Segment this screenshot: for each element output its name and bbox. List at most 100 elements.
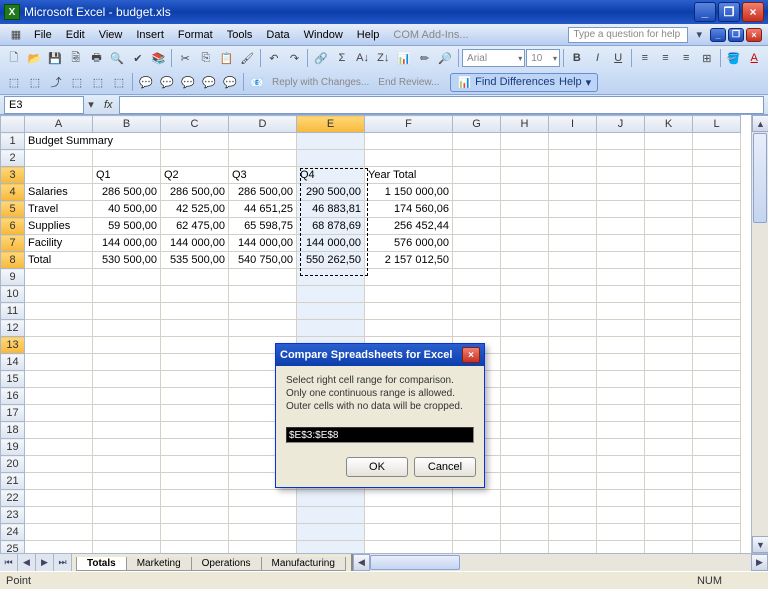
row-header[interactable]: 4 bbox=[1, 184, 25, 201]
help-search-input[interactable] bbox=[568, 27, 688, 43]
merge-icon[interactable]: ⊞ bbox=[697, 48, 717, 68]
col-header[interactable]: L bbox=[693, 116, 741, 133]
col-header[interactable]: I bbox=[549, 116, 597, 133]
tb2-icon4[interactable]: ⬚ bbox=[67, 72, 87, 92]
scroll-down-icon[interactable]: ▼ bbox=[752, 536, 768, 553]
scroll-left-icon[interactable]: ◀ bbox=[353, 554, 370, 571]
close-button[interactable]: × bbox=[742, 2, 764, 22]
cell[interactable]: Budget Summary bbox=[25, 133, 161, 150]
reply-changes-label[interactable]: Reply with Changes... bbox=[268, 77, 373, 88]
tb2-icon5[interactable]: ⬚ bbox=[88, 72, 108, 92]
doc-minimize-button[interactable]: _ bbox=[710, 28, 726, 42]
select-all-corner[interactable] bbox=[1, 116, 25, 133]
tb2-icon9[interactable]: 💬 bbox=[178, 72, 198, 92]
print-icon[interactable]: 🖶 bbox=[87, 48, 107, 68]
doc-restore-button[interactable]: ❐ bbox=[728, 28, 744, 42]
tb2-icon6[interactable]: ⬚ bbox=[109, 72, 129, 92]
align-right-icon[interactable]: ≡ bbox=[676, 48, 696, 68]
sheet-tab-totals[interactable]: Totals bbox=[76, 557, 127, 571]
vertical-scrollbar[interactable]: ▲ ▼ bbox=[751, 115, 768, 553]
preview-icon[interactable]: 🔍 bbox=[107, 48, 127, 68]
permission-icon[interactable]: 🗟 bbox=[66, 48, 86, 68]
col-header[interactable]: B bbox=[93, 116, 161, 133]
col-header[interactable]: K bbox=[645, 116, 693, 133]
zoom-icon[interactable]: 🔎 bbox=[435, 48, 455, 68]
sort-desc-icon[interactable]: Z↓ bbox=[373, 48, 393, 68]
namebox-dropdown-icon[interactable]: ▾ bbox=[84, 95, 98, 115]
scroll-right-icon[interactable]: ▶ bbox=[751, 554, 768, 571]
row-header[interactable]: 2 bbox=[1, 150, 25, 167]
bold-icon[interactable]: B bbox=[567, 48, 587, 68]
undo-icon[interactable]: ↶ bbox=[264, 48, 284, 68]
row-header[interactable]: 5 bbox=[1, 201, 25, 218]
doc-close-button[interactable]: × bbox=[746, 28, 762, 42]
row-header[interactable]: 7 bbox=[1, 235, 25, 252]
menu-edit[interactable]: Edit bbox=[60, 27, 91, 43]
scroll-thumb[interactable] bbox=[753, 133, 767, 223]
save-icon[interactable]: 💾 bbox=[45, 48, 65, 68]
find-differences-button[interactable]: 📊 Find Differences Help ▾ bbox=[450, 73, 598, 92]
col-header[interactable]: E bbox=[297, 116, 365, 133]
sheet-tab-marketing[interactable]: Marketing bbox=[126, 557, 192, 571]
hscroll-thumb[interactable] bbox=[370, 555, 460, 570]
name-box[interactable]: E3 bbox=[4, 96, 84, 114]
spelling-icon[interactable]: ✔ bbox=[128, 48, 148, 68]
menu-view[interactable]: View bbox=[93, 27, 129, 43]
end-review-label[interactable]: End Review... bbox=[374, 77, 443, 88]
italic-icon[interactable]: I bbox=[588, 48, 608, 68]
dialog-close-button[interactable]: × bbox=[462, 347, 480, 363]
tab-nav-first-icon[interactable]: ⏮ bbox=[0, 554, 18, 571]
align-center-icon[interactable]: ≡ bbox=[656, 48, 676, 68]
fx-icon[interactable]: fx bbox=[98, 99, 119, 111]
fill-color-icon[interactable]: 🪣 bbox=[724, 48, 744, 68]
research-icon[interactable]: 📚 bbox=[149, 48, 169, 68]
align-left-icon[interactable]: ≡ bbox=[635, 48, 655, 68]
tab-nav-last-icon[interactable]: ⏭ bbox=[54, 554, 72, 571]
range-input[interactable] bbox=[286, 427, 474, 443]
help-search[interactable] bbox=[568, 27, 688, 43]
menu-com-addins[interactable]: COM Add-Ins... bbox=[387, 27, 474, 43]
sort-asc-icon[interactable]: A↓ bbox=[353, 48, 373, 68]
new-icon[interactable]: 🗋 bbox=[4, 48, 24, 68]
menu-format[interactable]: Format bbox=[172, 27, 219, 43]
autosum-icon[interactable]: Σ bbox=[332, 48, 352, 68]
col-header[interactable]: A bbox=[25, 116, 93, 133]
col-header[interactable]: C bbox=[161, 116, 229, 133]
paste-icon[interactable]: 📋 bbox=[217, 48, 237, 68]
tb2-icon12[interactable]: 📧 bbox=[247, 72, 267, 92]
row-header[interactable]: 8 bbox=[1, 252, 25, 269]
tab-nav-next-icon[interactable]: ▶ bbox=[36, 554, 54, 571]
tb2-icon1[interactable]: ⬚ bbox=[4, 72, 24, 92]
scroll-up-icon[interactable]: ▲ bbox=[752, 115, 768, 132]
dialog-titlebar[interactable]: Compare Spreadsheets for Excel × bbox=[276, 344, 484, 366]
underline-icon[interactable]: U bbox=[608, 48, 628, 68]
doc-menu-dropdown[interactable]: ▾ bbox=[690, 26, 708, 43]
row-header[interactable]: 6 bbox=[1, 218, 25, 235]
cut-icon[interactable]: ✂ bbox=[175, 48, 195, 68]
drawing-icon[interactable]: ✏ bbox=[415, 48, 435, 68]
row-header[interactable]: 3 bbox=[1, 167, 25, 184]
col-header[interactable]: G bbox=[453, 116, 501, 133]
formula-input[interactable] bbox=[119, 96, 764, 114]
redo-icon[interactable]: ↷ bbox=[285, 48, 305, 68]
sheet-tab-manufacturing[interactable]: Manufacturing bbox=[261, 557, 346, 571]
restore-button[interactable]: ❐ bbox=[718, 2, 740, 22]
col-header[interactable]: D bbox=[229, 116, 297, 133]
tb2-icon10[interactable]: 💬 bbox=[199, 72, 219, 92]
font-combo[interactable]: Arial bbox=[462, 49, 525, 67]
ok-button[interactable]: OK bbox=[346, 457, 408, 477]
fontsize-combo[interactable]: 10 bbox=[526, 49, 560, 67]
menu-data[interactable]: Data bbox=[260, 27, 295, 43]
hyperlink-icon[interactable]: 🔗 bbox=[311, 48, 331, 68]
tb2-icon11[interactable]: 💬 bbox=[220, 72, 240, 92]
col-header[interactable]: H bbox=[501, 116, 549, 133]
font-color-icon[interactable]: A bbox=[744, 48, 764, 68]
tb2-icon8[interactable]: 💬 bbox=[157, 72, 177, 92]
tb2-icon7[interactable]: 💬 bbox=[136, 72, 156, 92]
open-icon[interactable]: 📂 bbox=[25, 48, 45, 68]
copy-icon[interactable]: ⎘ bbox=[196, 48, 216, 68]
horizontal-scrollbar[interactable]: ◀ ▶ bbox=[351, 554, 768, 571]
col-header[interactable]: F bbox=[365, 116, 453, 133]
col-header[interactable]: J bbox=[597, 116, 645, 133]
sheet-tab-operations[interactable]: Operations bbox=[191, 557, 262, 571]
